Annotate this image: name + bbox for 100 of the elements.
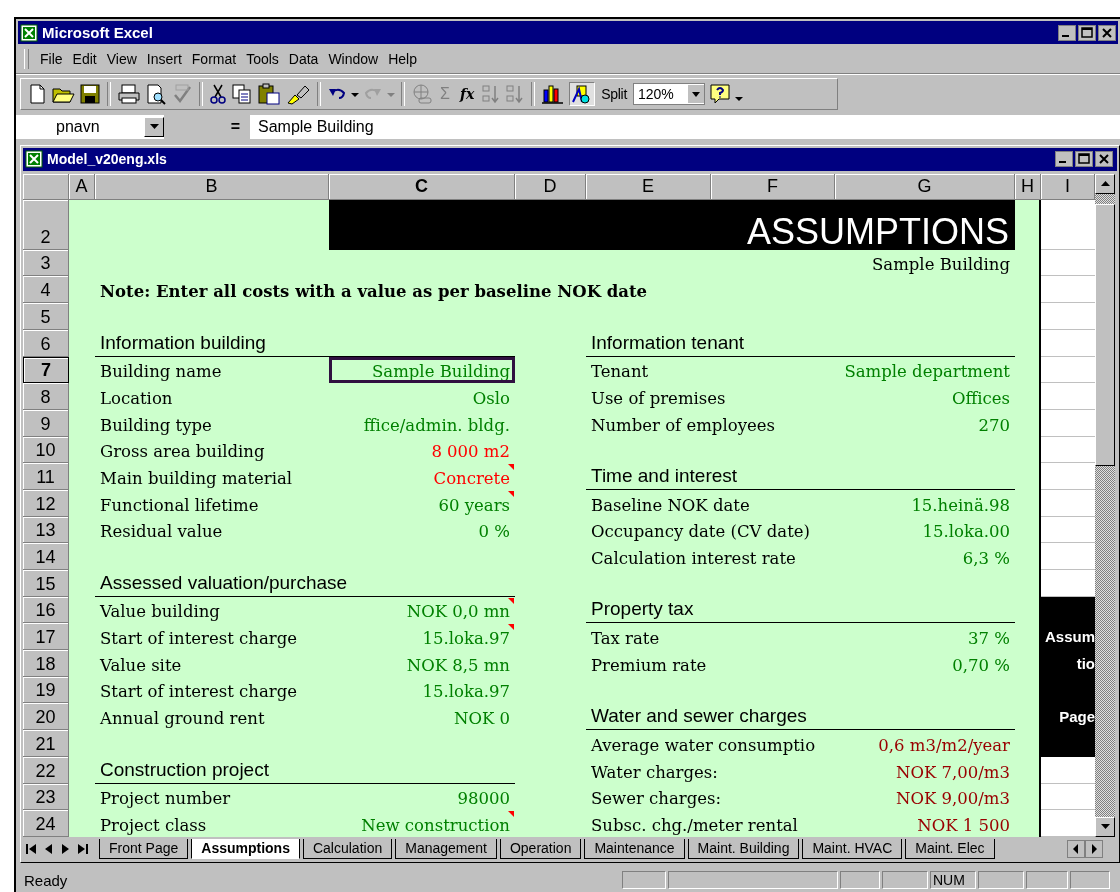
sheet-tab[interactable]: Front Page xyxy=(99,838,189,859)
column-header[interactable]: D xyxy=(515,173,586,200)
sheet-tab[interactable]: Maint. Elec xyxy=(905,838,995,859)
row-header[interactable]: 4 xyxy=(23,276,69,304)
zoom-combo[interactable]: 120% xyxy=(633,83,705,106)
row-header[interactable]: 3 xyxy=(23,249,69,277)
sheet-tab[interactable]: Maint. HVAC xyxy=(802,838,903,859)
input-cell[interactable]: NOK 1 500 xyxy=(835,810,1015,837)
column-header[interactable]: A xyxy=(69,173,95,200)
row-header[interactable]: 5 xyxy=(23,303,69,330)
minimize-icon[interactable] xyxy=(1055,151,1073,168)
row-header[interactable]: 22 xyxy=(23,756,69,784)
input-cell[interactable]: 0,6 m3/m2/year xyxy=(835,730,1015,757)
input-cell[interactable]: NOK 0 xyxy=(329,703,515,731)
column-header[interactable]: B xyxy=(95,173,329,200)
input-cell[interactable]: NOK 0,0 mn xyxy=(329,596,515,624)
scroll-right-icon[interactable] xyxy=(1085,839,1103,858)
menu-item[interactable]: Tools xyxy=(241,48,284,69)
help-icon[interactable] xyxy=(709,83,731,106)
row-header[interactable]: 17 xyxy=(23,623,69,651)
scissors-icon[interactable] xyxy=(209,83,227,106)
scroll-down-icon[interactable] xyxy=(1100,824,1110,830)
row-header[interactable]: 13 xyxy=(23,516,69,544)
row-header[interactable]: 21 xyxy=(23,730,69,757)
sheet-tab[interactable]: Operation xyxy=(499,838,582,859)
print-preview-icon[interactable] xyxy=(145,83,167,106)
scrollbar-thumb[interactable] xyxy=(1095,203,1115,466)
input-cell[interactable]: 6,3 % xyxy=(835,543,1015,571)
input-cell[interactable]: 98000 xyxy=(329,783,515,811)
input-cell[interactable]: 60 years xyxy=(329,489,515,517)
format-painter-icon[interactable] xyxy=(285,83,311,106)
input-cell[interactable]: NOK 7,00/m3 xyxy=(835,756,1015,784)
input-cell[interactable]: 15.loka.97 xyxy=(329,623,515,651)
input-cell[interactable]: Sample Building xyxy=(329,356,515,384)
column-header[interactable]: G xyxy=(835,173,1015,200)
column-header[interactable]: H xyxy=(1015,173,1041,200)
close-icon[interactable] xyxy=(1098,24,1116,41)
dropdown-arrow-icon[interactable] xyxy=(149,124,159,130)
row-header[interactable]: 12 xyxy=(23,489,69,517)
split-button[interactable]: Split xyxy=(599,86,629,103)
input-cell[interactable]: Oslo xyxy=(329,383,515,410)
input-cell[interactable]: 8 000 m2 xyxy=(329,436,515,464)
input-cell[interactable]: 37 % xyxy=(835,623,1015,651)
row-header[interactable]: 16 xyxy=(23,596,69,624)
bar-chart-icon[interactable] xyxy=(541,83,566,106)
maximize-icon[interactable] xyxy=(1078,24,1096,41)
menu-item[interactable]: Insert xyxy=(141,48,187,69)
column-header[interactable]: I xyxy=(1041,173,1095,200)
row-header[interactable]: 11 xyxy=(23,463,69,490)
menu-item[interactable]: Window xyxy=(323,48,384,69)
menu-item[interactable]: Format xyxy=(186,48,242,69)
input-cell[interactable]: NOK 9,00/m3 xyxy=(835,783,1015,811)
minimize-icon[interactable] xyxy=(1058,24,1076,41)
input-cell[interactable]: 15.loka.00 xyxy=(835,516,1015,544)
select-all-button[interactable] xyxy=(23,173,69,200)
sheet-tab[interactable]: Management xyxy=(395,838,497,859)
row-header[interactable]: 14 xyxy=(23,543,69,571)
menu-item[interactable]: Help xyxy=(383,48,422,69)
column-header[interactable]: E xyxy=(586,173,711,200)
formula-field[interactable]: Sample Building xyxy=(250,117,374,136)
row-header[interactable]: 2 xyxy=(23,199,69,250)
equals-sign[interactable]: = xyxy=(230,117,240,136)
maximize-icon[interactable] xyxy=(1075,151,1093,168)
menu-item[interactable]: Edit xyxy=(67,48,102,69)
scroll-up-icon[interactable] xyxy=(1100,181,1110,187)
input-cell[interactable]: New construction xyxy=(329,810,515,837)
close-icon[interactable] xyxy=(1095,151,1113,168)
input-cell[interactable]: 270 xyxy=(835,409,1015,437)
row-header[interactable]: 18 xyxy=(23,650,69,677)
input-cell[interactable]: 15.loka.97 xyxy=(329,676,515,704)
sheet-tab[interactable]: Maint. Building xyxy=(687,838,800,859)
printer-icon[interactable] xyxy=(117,83,141,106)
row-header[interactable]: 24 xyxy=(23,810,69,837)
input-cell[interactable]: NOK 8,5 mn xyxy=(329,650,515,677)
new-file-icon[interactable] xyxy=(27,83,47,106)
copy-icon[interactable] xyxy=(231,83,253,106)
scroll-left-icon[interactable] xyxy=(1067,839,1085,858)
row-header[interactable]: 10 xyxy=(23,436,69,464)
row-header[interactable]: 6 xyxy=(23,329,69,357)
input-cell[interactable]: Concrete xyxy=(329,463,515,490)
menu-item[interactable]: File xyxy=(35,48,68,69)
input-cell[interactable]: Sample department xyxy=(835,356,1015,384)
menu-item[interactable]: View xyxy=(101,48,142,69)
save-icon[interactable] xyxy=(79,83,101,106)
row-header[interactable]: 15 xyxy=(23,570,69,597)
row-header[interactable]: 8 xyxy=(23,383,69,410)
input-cell[interactable]: 15.heinä.98 xyxy=(835,489,1015,517)
paste-icon[interactable] xyxy=(257,83,281,106)
row-header[interactable]: 9 xyxy=(23,409,69,437)
row-header[interactable]: 23 xyxy=(23,783,69,811)
input-cell[interactable]: 0 % xyxy=(329,516,515,544)
input-cell[interactable]: 0,70 % xyxy=(835,650,1015,677)
column-header[interactable]: F xyxy=(711,173,835,200)
name-box[interactable]: pnavn xyxy=(16,115,164,138)
sheet-tab[interactable]: Assumptions xyxy=(191,838,300,859)
row-header[interactable]: 20 xyxy=(23,703,69,731)
row-header[interactable]: 19 xyxy=(23,676,69,704)
row-header[interactable]: 7 xyxy=(23,356,69,384)
input-cell[interactable]: Offices xyxy=(835,383,1015,410)
function-button[interactable]: fx xyxy=(456,86,478,103)
